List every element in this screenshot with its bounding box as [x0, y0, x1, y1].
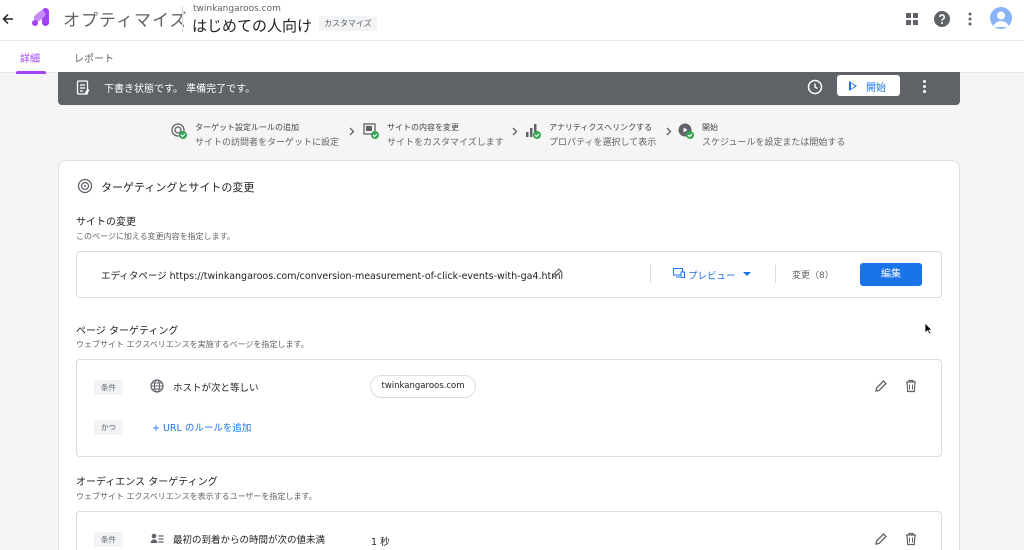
condition-chip: 条件: [94, 532, 123, 547]
chevron-right-icon: [512, 127, 518, 136]
start-button[interactable]: 開始: [837, 75, 900, 96]
step-desc: サイトの訪問者をターゲットに設定: [195, 138, 340, 148]
globe-icon: [150, 379, 164, 393]
step-desc: サイトをカスタマイズします: [387, 138, 504, 148]
condition-value: 1 秒: [371, 537, 390, 548]
tab-details[interactable]: 詳細: [20, 50, 40, 65]
status-more-vert-icon[interactable]: [921, 78, 927, 96]
devices-icon: [673, 268, 685, 278]
draft-document-icon: [76, 80, 90, 96]
divider: [775, 265, 776, 283]
divider: [650, 265, 651, 283]
tab-report[interactable]: レポート: [74, 50, 114, 65]
active-tab-indicator: [16, 71, 46, 74]
header-divider: [182, 6, 183, 32]
preview-label: プレビュー: [688, 271, 736, 282]
site-changes-title: サイトの変更: [76, 217, 136, 228]
changes-count: 変更（8）: [792, 271, 834, 281]
help-icon[interactable]: [933, 10, 951, 28]
and-chip: かつ: [94, 420, 123, 435]
more-vert-icon[interactable]: [961, 10, 979, 28]
condition-chip: 条件: [94, 380, 123, 395]
app-name: オプティマイズ: [63, 11, 188, 31]
audience-targeting-box: 条件 最初の到着からの時間が次の値未満 1 秒: [76, 511, 942, 550]
caret-down-icon: [743, 272, 751, 276]
setup-steps: ターゲット設定ルールの追加 サイトの訪問者をターゲットに設定 サイトの内容を変更…: [0, 120, 1024, 150]
play-icon: [849, 81, 857, 91]
chevron-right-icon: [349, 127, 355, 136]
step-title: サイトの内容を変更: [387, 123, 459, 132]
optimize-logo-icon: [30, 6, 52, 28]
page-targeting-desc: ウェブサイト エクスペリエンスを実施するページを指定します。: [76, 340, 309, 349]
apps-grid-icon[interactable]: [903, 10, 921, 28]
container-domain: twinkangaroos.com: [193, 4, 281, 14]
edit-url-pencil-icon[interactable]: [552, 268, 562, 278]
status-text: 下書き状態です。 準備完了です。: [104, 84, 256, 95]
tab-bar: 詳細 レポート: [0, 40, 1024, 74]
chevron-right-icon: [666, 127, 672, 136]
host-value-pill[interactable]: twinkangaroos.com: [370, 375, 476, 398]
audience-targeting-desc: ウェブサイト エクスペリエンスを表示するユーザーを指定します。: [76, 492, 317, 501]
step-desc: プロパティを選択して表示: [549, 138, 657, 148]
start-button-label: 開始: [866, 83, 886, 94]
page-check-icon: [363, 123, 379, 139]
targeting-card: ターゲティングとサイトの変更 サイトの変更 このページに加える変更内容を指定しま…: [58, 160, 960, 550]
target-icon: [77, 178, 93, 194]
target-check-icon: [171, 123, 187, 139]
mouse-cursor-icon: [924, 322, 933, 335]
step-title: アナリティクスへリンクする: [549, 123, 653, 132]
person-list-icon: [150, 532, 164, 546]
condition-text: 最初の到着からの時間が次の値未満: [173, 535, 326, 546]
step-title: ターゲット設定ルールの追加: [195, 123, 299, 132]
step-title: 開始: [702, 123, 718, 132]
edit-pencil-icon[interactable]: [874, 532, 888, 546]
editor-page-box: エディタページ https://twinkangaroos.com/conver…: [76, 251, 942, 298]
editor-page-url: エディタページ https://twinkangaroos.com/conver…: [101, 271, 564, 282]
top-app-bar: オプティマイズ twinkangaroos.com はじめての人向け カスタマイ…: [0, 0, 1024, 40]
site-changes-desc: このページに加える変更内容を指定します。: [76, 232, 235, 241]
delete-trash-icon[interactable]: [904, 532, 918, 546]
back-arrow-icon[interactable]: [0, 9, 16, 29]
step-desc: スケジュールを設定または開始する: [702, 138, 846, 148]
page-targeting-box: 条件 ホストが次と等しい twinkangaroos.com かつ + URL …: [76, 359, 942, 457]
add-url-rule-link[interactable]: + URL のルールを追加: [152, 420, 251, 434]
account-avatar[interactable]: [990, 7, 1012, 29]
edit-pencil-icon[interactable]: [874, 379, 888, 393]
experience-type-badge: カスタマイズ: [319, 16, 377, 31]
edit-button[interactable]: 編集: [860, 263, 922, 286]
condition-text: ホストが次と等しい: [173, 383, 259, 394]
analytics-check-icon: [525, 123, 541, 139]
card-title: ターゲティングとサイトの変更: [101, 181, 255, 194]
audience-targeting-title: オーディエンス ターゲティング: [76, 477, 218, 488]
experience-title: はじめての人向け: [192, 17, 313, 35]
page-targeting-title: ページ ターゲティング: [76, 326, 179, 337]
delete-trash-icon[interactable]: [904, 379, 918, 393]
draft-status-bar: 下書き状態です。 準備完了です。 開始: [58, 72, 960, 105]
schedule-clock-icon[interactable]: [807, 79, 823, 95]
play-check-icon: [678, 123, 694, 139]
